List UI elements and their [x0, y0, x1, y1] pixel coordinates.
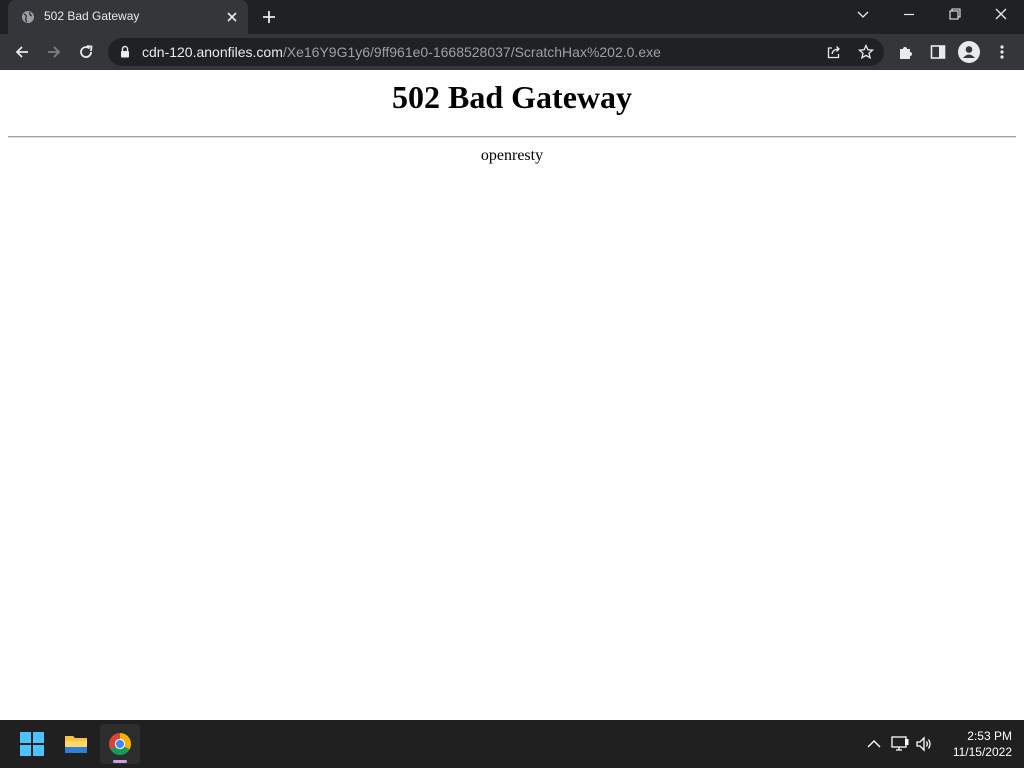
globe-icon [21, 10, 35, 24]
share-icon[interactable] [824, 42, 844, 62]
server-signature: openresty [480, 147, 544, 164]
horizontal-rule [8, 136, 1016, 138]
page-content: 502 Bad Gateway openresty [0, 70, 1024, 720]
lock-icon[interactable] [120, 45, 130, 63]
minimize-button[interactable] [886, 0, 932, 30]
page-title: 502 Bad Gateway [392, 79, 632, 115]
star-icon[interactable] [856, 42, 876, 62]
kebab-menu-icon[interactable] [990, 40, 1014, 64]
clock-date: 11/15/2022 [952, 745, 1012, 759]
address-bar[interactable]: cdn-120.anonfiles.com/Xe16Y9G1y6/9ff961e… [108, 38, 884, 66]
url-text[interactable]: cdn-120.anonfiles.com/Xe16Y9G1y6/9ff961e… [142, 44, 661, 60]
browser-tab[interactable]: 502 Bad Gateway [8, 0, 248, 34]
profile-icon[interactable] [958, 41, 980, 63]
new-tab-button[interactable] [261, 9, 277, 25]
system-clock[interactable]: 2:53 PM 11/15/2022 [940, 728, 1012, 760]
volume-icon[interactable] [914, 734, 934, 754]
chrome-icon[interactable] [100, 724, 140, 764]
tab-strip: 502 Bad Gateway [0, 0, 1024, 34]
side-panel-icon[interactable] [926, 40, 950, 64]
file-explorer-icon[interactable] [56, 724, 96, 764]
window-close-button[interactable] [978, 0, 1024, 30]
tab-title: 502 Bad Gateway [44, 9, 140, 23]
network-icon[interactable] [890, 734, 910, 754]
browser-toolbar: cdn-120.anonfiles.com/Xe16Y9G1y6/9ff961e… [0, 34, 1024, 70]
taskbar: 2:53 PM 11/15/2022 [0, 720, 1024, 768]
url-host: cdn-120.anonfiles.com [142, 44, 283, 60]
tab-search-button[interactable] [840, 0, 886, 30]
restore-button[interactable] [932, 0, 978, 30]
back-button[interactable] [10, 40, 34, 64]
close-icon[interactable] [225, 10, 239, 24]
reload-button[interactable] [74, 40, 98, 64]
url-path: /Xe16Y9G1y6/9ff961e0-1668528037/ScratchH… [282, 44, 661, 60]
forward-button[interactable] [42, 40, 66, 64]
puzzle-icon[interactable] [894, 40, 918, 64]
active-app-indicator [113, 760, 127, 763]
chevron-up-icon[interactable] [864, 734, 884, 754]
windows-start-icon[interactable] [12, 724, 52, 764]
clock-time: 2:53 PM [967, 729, 1012, 743]
